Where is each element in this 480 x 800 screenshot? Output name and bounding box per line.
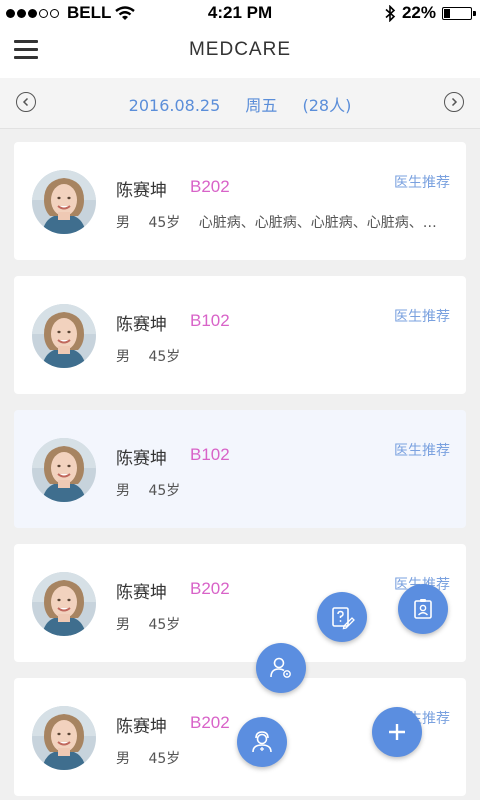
gender: 男 [116, 617, 130, 633]
patient-card[interactable]: 陈赛坤 B202 医生推荐 男 45岁 心脏病、心脏病、心脏病、心脏病、心脏病 [14, 142, 466, 260]
bluetooth-icon [385, 4, 396, 22]
bed-number: B202 [190, 579, 230, 598]
weekday-label: 周五 [245, 96, 278, 115]
patient-info: 男 45岁 心脏病、心脏病、心脏病、心脏病、心脏病 [116, 212, 445, 232]
contact-card-icon [414, 599, 432, 619]
plus-icon [389, 724, 405, 740]
recommendation-tag: 医生推荐 [394, 443, 450, 459]
avatar [32, 438, 96, 502]
recommendation-tag: 医生推荐 [394, 175, 450, 191]
add-button[interactable] [372, 707, 422, 757]
next-day-arrow-icon[interactable] [444, 92, 464, 112]
patient-name: 陈赛坤 [116, 583, 167, 603]
avatar [32, 706, 96, 770]
user-settings-button[interactable] [256, 643, 306, 693]
gender: 男 [116, 483, 130, 499]
bed-number: B102 [190, 311, 230, 330]
patient-info: 男 45岁 [116, 480, 194, 500]
doctor-button[interactable] [237, 717, 287, 767]
patient-name: 陈赛坤 [116, 181, 167, 201]
patient-info: 男 45岁 [116, 748, 194, 768]
user-settings-icon [270, 657, 291, 678]
doctor-icon [252, 731, 272, 753]
disease-list: 心脏病、心脏病、心脏病、心脏病、心脏病 [198, 215, 445, 231]
app-header: MEDCARE [0, 26, 480, 78]
contact-card-button[interactable] [398, 584, 448, 634]
patient-name: 陈赛坤 [116, 315, 167, 335]
age: 45岁 [148, 751, 181, 767]
date-label: 2016.08.25 [128, 96, 221, 115]
avatar [32, 304, 96, 368]
patient-info: 男 45岁 [116, 614, 194, 634]
status-bar: BELL 4:21 PM 22% [0, 0, 480, 26]
question-edit-icon [332, 607, 355, 630]
avatar [32, 170, 96, 234]
patient-info: 男 45岁 [116, 346, 194, 366]
age: 45岁 [148, 483, 181, 499]
age: 45岁 [148, 617, 181, 633]
question-edit-button[interactable] [317, 592, 367, 642]
date-info: 2016.08.25 周五 (28人) [0, 92, 480, 116]
battery-icon [442, 6, 476, 20]
bed-number: B202 [190, 713, 230, 732]
recommendation-tag: 医生推荐 [394, 309, 450, 325]
age: 45岁 [148, 349, 181, 365]
bed-number: B102 [190, 445, 230, 464]
patient-count: (28人) [302, 96, 352, 115]
battery-percent: 22% [401, 3, 436, 22]
patient-name: 陈赛坤 [116, 717, 167, 737]
patient-card[interactable]: 陈赛坤 B102 医生推荐 男 45岁 [14, 410, 466, 528]
gender: 男 [116, 215, 130, 231]
gender: 男 [116, 751, 130, 767]
age: 45岁 [148, 215, 181, 231]
avatar [32, 572, 96, 636]
gender: 男 [116, 349, 130, 365]
patient-name: 陈赛坤 [116, 449, 167, 469]
patient-card[interactable]: 陈赛坤 B102 医生推荐 男 45岁 [14, 276, 466, 394]
bed-number: B202 [190, 177, 230, 196]
date-bar: 2016.08.25 周五 (28人) [0, 78, 480, 129]
app-title: MEDCARE [188, 39, 291, 60]
